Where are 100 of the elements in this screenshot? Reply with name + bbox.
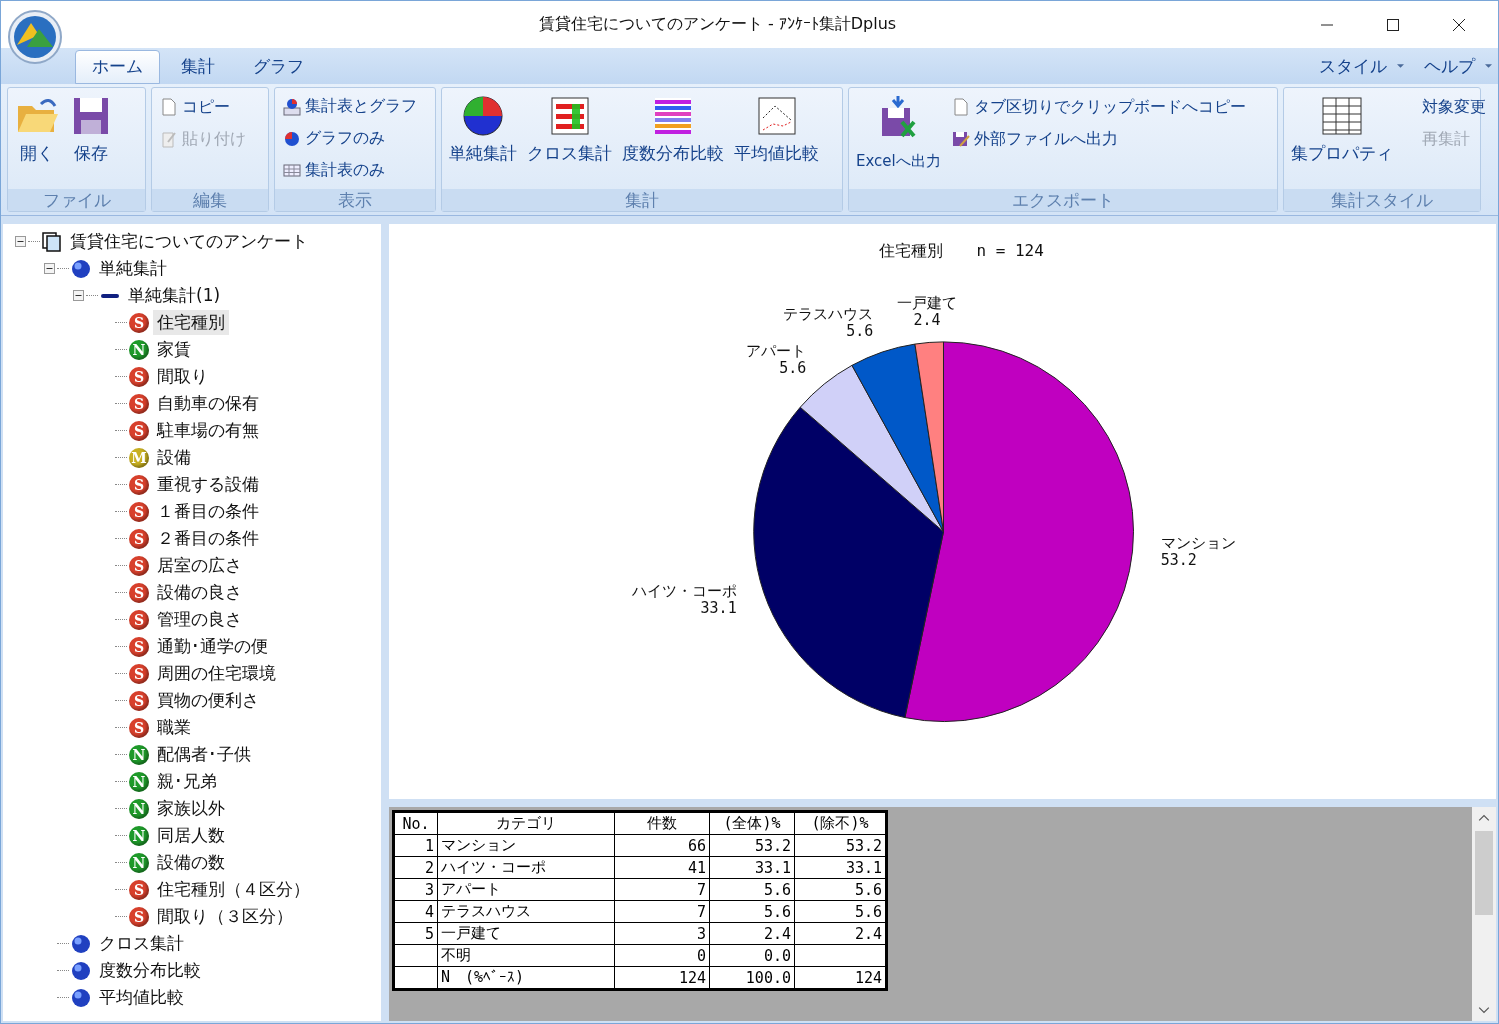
table-cell: 124	[678, 968, 706, 987]
table-cell: 2	[424, 858, 434, 877]
collapse-toggle-icon[interactable]	[73, 290, 84, 301]
tree-item[interactable]: 同居人数	[153, 823, 229, 848]
variable-type-icon: N	[129, 744, 149, 765]
tree-item[interactable]: 買物の便利さ	[153, 688, 263, 713]
tree-item[interactable]: 配偶者･子供	[153, 742, 255, 767]
tree-item[interactable]: 単純集計(1)	[124, 283, 225, 308]
table-cell: 33.1	[845, 858, 882, 877]
variable-type-icon: S	[129, 393, 149, 414]
column-header: No.	[393, 811, 438, 835]
caret-icon[interactable]	[1397, 64, 1404, 68]
table-cell: 5.6	[763, 880, 791, 899]
column-header: 件数	[614, 811, 710, 835]
tree-item[interactable]: 住宅種別（４区分）	[153, 877, 314, 902]
tree-item[interactable]: 度数分布比較	[95, 958, 205, 983]
tree-item[interactable]: 親･兄弟	[153, 769, 221, 794]
variable-type-icon: N	[129, 852, 149, 873]
variable-type-icon: S	[129, 906, 149, 927]
scroll-down-icon[interactable]	[1478, 1005, 1490, 1015]
tree-item[interactable]: 間取り	[153, 364, 212, 389]
caret-icon[interactable]	[1485, 64, 1492, 68]
tree-item[interactable]: 設備の数	[153, 850, 229, 875]
table-cell: 5.6	[854, 902, 882, 921]
tree-item[interactable]: 単純集計	[95, 256, 171, 281]
data-label: マンション 53.2	[1160, 534, 1236, 569]
ribbon-button[interactable]: Excelへ出力	[855, 92, 942, 182]
tree-item[interactable]: 賃貸住宅についてのアンケート	[66, 229, 312, 254]
ribbon-button[interactable]: 保存	[68, 92, 114, 182]
table-cell: 7	[696, 902, 706, 921]
ball-icon	[71, 960, 91, 981]
tree-item[interactable]: 居室の広さ	[153, 553, 246, 578]
scrollbar[interactable]	[1472, 807, 1496, 1021]
tree-item[interactable]: 設備	[153, 445, 195, 470]
group-label: 集計	[442, 189, 842, 211]
tree-item[interactable]: 平均値比較	[95, 985, 188, 1010]
table-cell: N (%ﾍﾞｰｽ)	[441, 968, 525, 986]
tree-item[interactable]: 家賃	[153, 337, 195, 362]
tree-item[interactable]: 重視する設備	[153, 472, 263, 497]
ribbon-button[interactable]: 平均値比較	[733, 92, 820, 182]
tree-item[interactable]: 家族以外	[153, 796, 229, 821]
tree-item[interactable]: 管理の良さ	[153, 607, 246, 632]
table-cell: 53.2	[754, 836, 791, 855]
collapse-toggle-icon[interactable]	[44, 263, 55, 274]
variable-type-icon: S	[129, 879, 149, 900]
scroll-up-icon[interactable]	[1478, 813, 1490, 823]
ribbon-button[interactable]: クロス集計	[526, 92, 613, 182]
collapse-toggle-icon[interactable]	[15, 236, 26, 247]
table-icon	[1320, 94, 1364, 138]
table-cell: 1	[424, 836, 434, 855]
tree-item[interactable]: 周囲の住宅環境	[153, 661, 280, 686]
page-icon	[160, 98, 178, 116]
ribbon-tab[interactable]: グラフ	[236, 50, 321, 84]
table-cell: 3	[696, 924, 706, 943]
group-label: 表示	[275, 189, 435, 211]
tree-item[interactable]: １番目の条件	[153, 499, 263, 524]
menu-dropdown[interactable]: ヘルプ	[1422, 54, 1477, 78]
ribbon-button[interactable]: タブ区切りでクリップボードへコピー	[949, 92, 1248, 122]
close-icon[interactable]	[1452, 17, 1466, 32]
tree-item[interactable]: 住宅種別	[153, 310, 229, 335]
tree-item[interactable]: 駐車場の有無	[153, 418, 263, 443]
table-cell: 一戸建て	[441, 924, 501, 942]
ribbon-button[interactable]: 集プロパティ	[1290, 92, 1394, 182]
ribbon-button[interactable]: コピー	[158, 92, 248, 122]
ribbon-tab[interactable]: ホーム	[75, 50, 160, 84]
tree-item[interactable]: ２番目の条件	[153, 526, 263, 551]
ribbon-button[interactable]: 度数分布比較	[621, 92, 725, 182]
variable-type-icon: S	[129, 555, 149, 576]
pie-chart-icon	[461, 94, 505, 138]
ribbon-button[interactable]: 外部ファイルへ出力	[949, 124, 1248, 154]
menu-dropdown[interactable]: スタイル	[1317, 54, 1389, 78]
variable-type-icon: S	[129, 420, 149, 441]
tree-item[interactable]: 間取り（３区分）	[153, 904, 297, 929]
tree-item[interactable]: 自動車の保有	[153, 391, 263, 416]
tree-item[interactable]: 設備の良さ	[153, 580, 246, 605]
maximize-icon[interactable]	[1386, 17, 1400, 32]
ribbon-tab[interactable]: 集計	[164, 50, 232, 84]
tree-item[interactable]: 職業	[153, 715, 195, 740]
tree-item[interactable]: クロス集計	[95, 931, 188, 956]
table-cell: ハイツ・コーポ	[441, 858, 546, 876]
ribbon-button[interactable]: 開く	[14, 92, 60, 182]
variable-type-icon: S	[129, 690, 149, 711]
ribbon-button[interactable]: グラフのみ	[281, 123, 419, 154]
window-title: 賃貸住宅についてのアンケート - ｱﾝｹｰﾄ集計Dplus	[537, 14, 898, 35]
chart-title: 住宅種別	[878, 240, 943, 260]
table-cell: 66	[687, 836, 706, 855]
table-cell: 5.6	[854, 880, 882, 899]
ribbon-button[interactable]: 集計表のみ	[281, 155, 419, 185]
table-cell: 2.4	[854, 924, 882, 943]
column-header: カテゴリ	[437, 811, 615, 835]
dash-icon	[101, 293, 119, 298]
group-label: 編集	[152, 189, 268, 211]
tree-item[interactable]: 通勤･通学の便	[153, 634, 272, 659]
table-chart-icon	[283, 97, 301, 116]
group-label: エクスポート	[849, 189, 1277, 211]
ball-icon	[71, 258, 91, 279]
ribbon-button[interactable]: 集計表とグラフ	[281, 92, 419, 122]
table-cell: 5.6	[763, 902, 791, 921]
ribbon-button[interactable]: 単純集計	[448, 92, 518, 182]
ribbon-button[interactable]: 対象変更	[1402, 92, 1488, 122]
